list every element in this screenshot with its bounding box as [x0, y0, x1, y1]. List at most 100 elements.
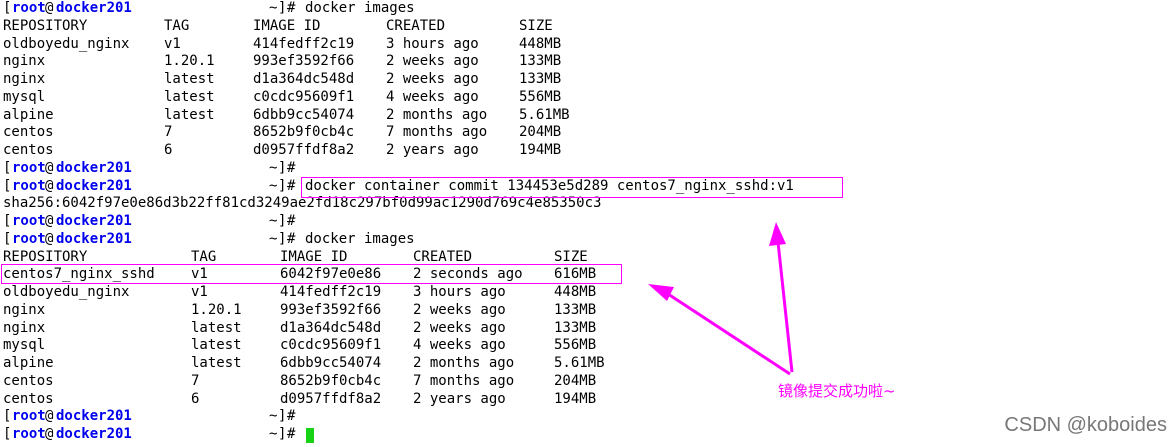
prompt-hash: # — [287, 408, 296, 425]
table-cell: 133MB — [554, 319, 597, 336]
column-header: SIZE — [519, 17, 553, 34]
column-header: TAG — [164, 17, 190, 34]
prompt-hash: # — [287, 230, 296, 247]
prompt-host: docker201 — [56, 0, 132, 16]
table-cell: latest — [164, 71, 215, 87]
terminal-cursor[interactable] — [306, 428, 314, 443]
table-cell: latest — [191, 319, 242, 336]
table-cell: 204MB — [519, 124, 562, 141]
prompt-bracket: ] — [278, 213, 287, 229]
prompt-bracket: ] — [278, 0, 287, 16]
prompt-user: root — [12, 213, 46, 229]
prompt-bracket: [ — [3, 213, 12, 229]
table-cell: 6dbb9cc54074 — [280, 355, 382, 371]
table-cell: latest — [164, 106, 215, 123]
highlight-new-image-row — [1, 264, 622, 284]
column-header: IMAGE ID — [253, 17, 321, 34]
prompt-host: docker201 — [56, 408, 132, 425]
table-cell: centos — [3, 372, 54, 389]
table-cell: 2 years ago — [386, 142, 479, 158]
prompt-bracket: ] — [278, 408, 287, 425]
table-cell: 3 hours ago — [413, 284, 506, 300]
table-cell: 5.61MB — [519, 106, 570, 123]
table-cell: 414fedff2c19 — [280, 284, 382, 300]
table-cell: 2 weeks ago — [413, 301, 506, 318]
prompt-host: docker201 — [56, 213, 132, 229]
table-cell: 2 weeks ago — [386, 53, 479, 70]
prompt-bracket: [ — [3, 426, 12, 442]
table-cell: 8652b9f0cb4c — [280, 372, 382, 389]
table-cell: 8652b9f0cb4c — [253, 124, 355, 141]
prompt-dir: ~ — [269, 213, 278, 229]
table-cell: 556MB — [554, 337, 597, 354]
table-cell: latest — [164, 88, 215, 105]
table-cell: centos — [3, 124, 54, 141]
table-cell: 7 months ago — [413, 372, 515, 389]
prompt-host: docker201 — [56, 230, 132, 247]
prompt-bracket: [ — [3, 159, 12, 176]
highlight-commit-command — [301, 177, 843, 198]
prompt-at: @ — [45, 426, 54, 442]
prompt-user: root — [12, 159, 46, 176]
prompt-at: @ — [45, 177, 54, 194]
table-cell: oldboyedu_nginx — [3, 35, 130, 52]
table-cell: alpine — [3, 106, 54, 123]
prompt-host: docker201 — [56, 159, 132, 176]
prompt-hash: # — [287, 159, 296, 176]
prompt-bracket: [ — [3, 0, 12, 16]
column-header: CREATED — [386, 17, 446, 34]
table-cell: 133MB — [554, 301, 597, 318]
prompt-at: @ — [45, 0, 54, 16]
table-cell: 6 — [191, 390, 200, 407]
prompt-dir: ~ — [269, 230, 278, 247]
terminal-window[interactable]: [root @ docker201 ~] # docker images REPOSITOR… — [1, 0, 1175, 447]
table-cell: nginx — [3, 71, 46, 87]
table-cell: 3 hours ago — [386, 35, 479, 52]
table-cell: 414fedff2c19 — [253, 35, 355, 52]
table-cell: 2 weeks ago — [386, 71, 479, 87]
table-cell: 204MB — [554, 372, 597, 389]
prompt-bracket: ] — [278, 159, 287, 176]
prompt-hash: # — [287, 177, 296, 194]
table-cell: 6 — [164, 142, 173, 158]
table-cell: nginx — [3, 319, 46, 336]
prompt-dir: ~ — [269, 177, 278, 194]
prompt-dir: ~ — [269, 408, 278, 425]
table-cell: 2 months ago — [413, 355, 515, 371]
table-cell: 7 — [191, 372, 200, 389]
prompt-user: root — [12, 0, 46, 16]
prompt-dir: ~ — [269, 159, 278, 176]
watermark: CSDN @koboides — [1004, 414, 1167, 436]
table-cell: 1.20.1 — [191, 301, 242, 318]
table-cell: mysql — [3, 88, 46, 105]
command-text: docker images — [305, 230, 415, 247]
table-cell: latest — [191, 337, 242, 354]
table-cell: 133MB — [519, 71, 562, 87]
table-cell: c0cdc95609f1 — [280, 337, 382, 354]
prompt-bracket: [ — [3, 230, 12, 247]
table-cell: 133MB — [519, 53, 562, 70]
table-cell: 194MB — [554, 390, 597, 407]
table-cell: 993ef3592f66 — [253, 53, 355, 70]
annotation-text: 镜像提交成功啦~ — [778, 382, 896, 400]
prompt-dir: ~ — [269, 0, 278, 16]
table-cell: nginx — [3, 53, 46, 70]
table-cell: 4 weeks ago — [413, 337, 506, 354]
prompt-host: docker201 — [56, 426, 132, 442]
table-cell: d1a364dc548d — [280, 319, 382, 336]
prompt-at: @ — [45, 230, 54, 247]
prompt-hash: # — [287, 0, 296, 16]
prompt-bracket: ] — [278, 230, 287, 247]
table-cell: 556MB — [519, 88, 562, 105]
table-cell: mysql — [3, 337, 46, 354]
table-cell: v1 — [191, 284, 208, 300]
table-cell: 194MB — [519, 142, 562, 158]
table-cell: 1.20.1 — [164, 53, 215, 70]
prompt-bracket: [ — [3, 408, 12, 425]
table-cell: centos — [3, 390, 54, 407]
table-cell: 7 months ago — [386, 124, 488, 141]
table-cell: 2 weeks ago — [413, 319, 506, 336]
command-text: docker images — [305, 0, 415, 16]
table-cell: oldboyedu_nginx — [3, 284, 130, 300]
prompt-at: @ — [45, 408, 54, 425]
